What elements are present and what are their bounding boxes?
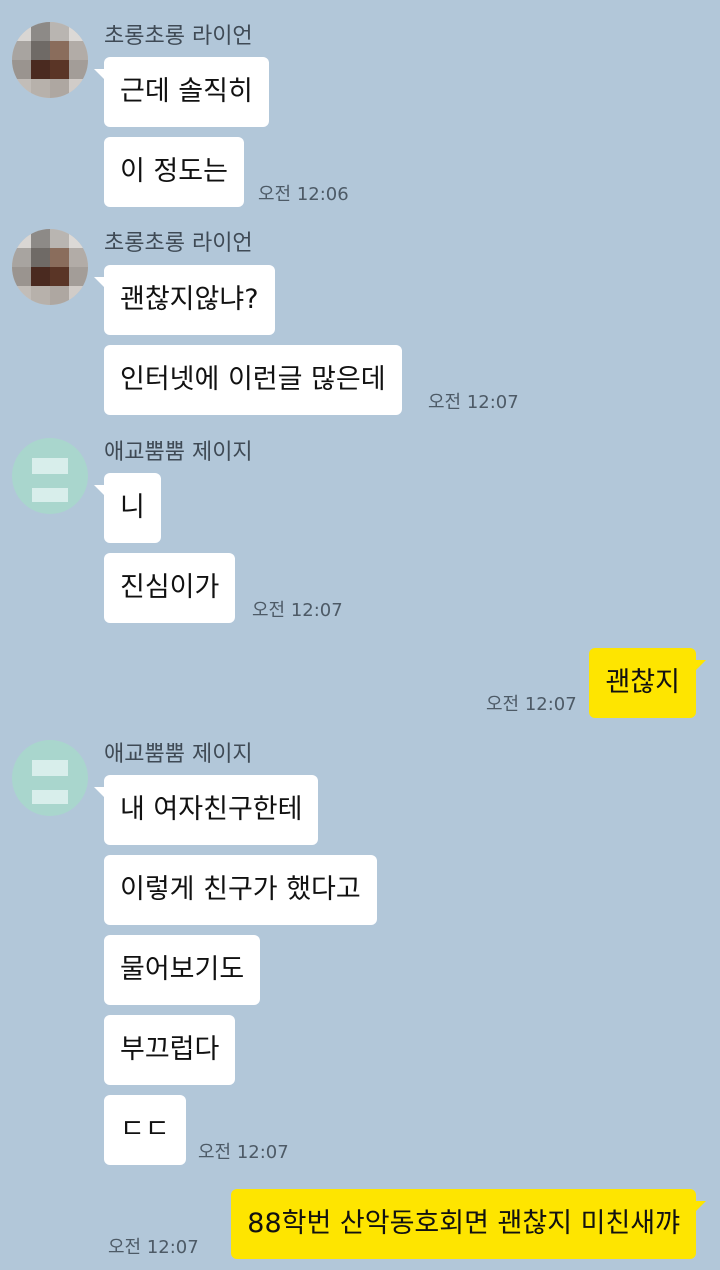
message-bubble[interactable]: 진심이가 xyxy=(104,553,236,623)
sender-name: 초롱초롱 라이언 xyxy=(104,24,253,49)
message-bubble[interactable]: 내 여자친구한테 xyxy=(93,775,319,845)
profile-avatar[interactable] xyxy=(12,740,88,816)
message-bubble-outgoing[interactable]: 88학번 산악동호회면 괜찮지 미친새꺄 xyxy=(231,1189,706,1259)
message-bubble-outgoing[interactable]: 괜찮지 xyxy=(589,648,706,718)
message-bubble[interactable]: ㄷㄷ xyxy=(104,1095,186,1165)
chat-room[interactable]: 초롱초롱 라이언 근데 솔직히 이 정도는 오전 12:06 초롱초롱 라이언 … xyxy=(0,0,720,1270)
message-timestamp: 오전 12:07 xyxy=(252,600,343,621)
sender-name: 애교뿜뿜 제이지 xyxy=(104,742,253,767)
message-bubble[interactable]: 인터넷에 이런글 많은데 xyxy=(104,345,402,415)
profile-avatar[interactable] xyxy=(12,438,88,514)
message-timestamp: 오전 12:07 xyxy=(198,1142,289,1163)
sender-name: 초롱초롱 라이언 xyxy=(104,231,253,256)
message-bubble[interactable]: 니 xyxy=(94,473,161,543)
message-timestamp: 오전 12:07 xyxy=(486,694,577,715)
message-bubble[interactable]: 괜찮지않냐? xyxy=(94,265,275,335)
profile-avatar[interactable] xyxy=(12,229,88,305)
message-bubble[interactable]: 물어보기도 xyxy=(104,935,261,1005)
message-timestamp: 오전 12:07 xyxy=(108,1237,199,1258)
message-bubble[interactable]: 근데 솔직히 xyxy=(94,57,269,127)
message-bubble[interactable]: 부끄럽다 xyxy=(104,1015,236,1085)
sender-name: 애교뿜뿜 제이지 xyxy=(104,440,253,465)
profile-avatar[interactable] xyxy=(12,22,88,98)
message-bubble[interactable]: 이 정도는 xyxy=(104,137,244,207)
message-bubble[interactable]: 이렇게 친구가 했다고 xyxy=(104,855,377,925)
message-timestamp: 오전 12:07 xyxy=(428,392,519,413)
message-timestamp: 오전 12:06 xyxy=(258,184,349,205)
